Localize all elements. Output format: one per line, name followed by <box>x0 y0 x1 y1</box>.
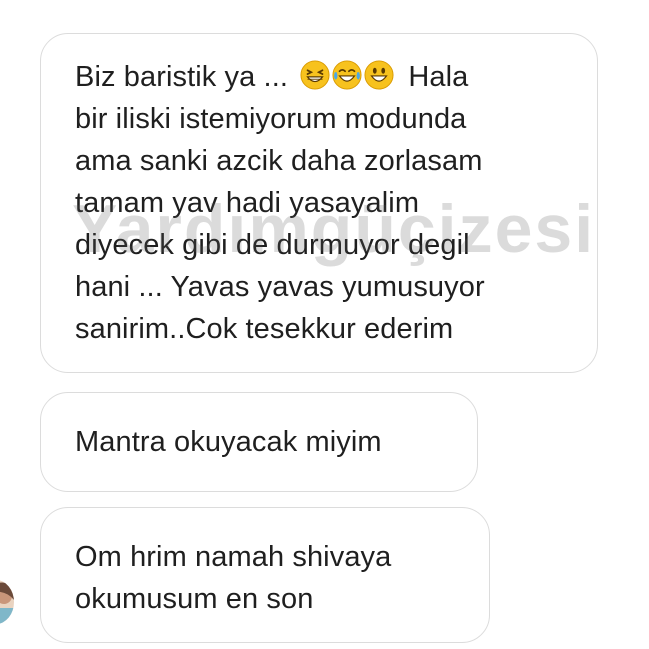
chat-screen: Biz baristik ya ... Hala bir iliski iste… <box>0 0 649 649</box>
avatar-image <box>0 580 14 624</box>
message-bubble-2[interactable]: Mantra okuyacak miyim <box>40 392 478 492</box>
grinning-smile-emoji-icon <box>364 60 394 90</box>
message-line: sanirim..Cok tesekkur ederim <box>75 313 454 345</box>
message-bubble-3[interactable]: Om hrim namah shivaya okumusum en son <box>40 507 490 643</box>
sender-avatar[interactable] <box>0 580 14 624</box>
message-line: diyecek gibi de durmuyor degil <box>75 229 470 261</box>
message-line: Biz baristik ya ... Hala <box>75 56 577 98</box>
message-line: okumusum en son <box>75 583 314 615</box>
message-line: Om hrim namah shivaya <box>75 541 392 573</box>
grinning-squint-emoji-icon <box>300 60 330 90</box>
message-text: Hala <box>408 61 469 93</box>
message-line: tamam yav hadi yasayalim <box>75 187 420 219</box>
message-line: Mantra okuyacak miyim <box>75 426 382 458</box>
emoji-group <box>300 60 394 90</box>
message-line: bir iliski istemiyorum modunda <box>75 103 467 135</box>
message-line: ama sanki azcik daha zorlasam <box>75 145 483 177</box>
message-line: hani ... Yavas yavas yumusuyor <box>75 271 485 303</box>
message-text: Biz baristik ya ... <box>75 61 289 93</box>
tears-of-joy-emoji-icon <box>332 60 362 90</box>
message-bubble-1[interactable]: Biz baristik ya ... Hala bir iliski iste… <box>40 33 598 373</box>
